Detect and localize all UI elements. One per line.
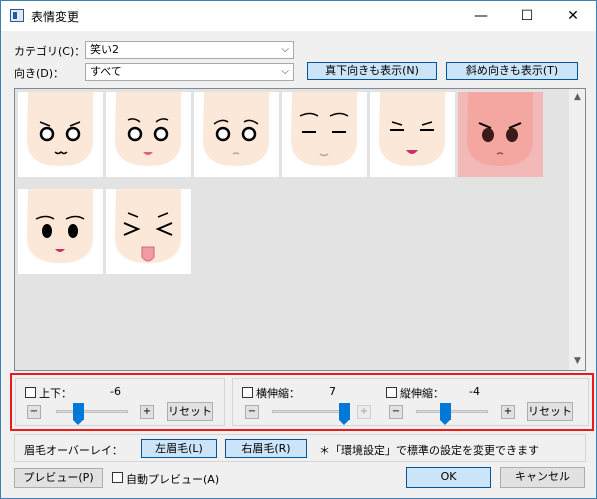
face-thumbnail-worried-dot-eyes[interactable]: [106, 92, 191, 177]
face-icon: [467, 92, 533, 166]
updown-checkbox[interactable]: [25, 387, 36, 398]
updown-reset-button[interactable]: リセット: [167, 402, 213, 421]
vertical-minus-button[interactable]: −: [389, 405, 403, 419]
updown-group: 上下： -6 − + リセット: [15, 378, 225, 426]
face-thumbnail-sad-dot-eyes[interactable]: [194, 92, 279, 177]
face-thumbnail-angry-dark-eyes[interactable]: [458, 92, 543, 177]
face-icon: [203, 92, 269, 166]
ok-button[interactable]: OK: [406, 467, 491, 488]
expression-dialog: 表情変更 — ☐ ✕ カテゴリ(C)： 笑い2 ⌵ 向き(D)： すべて ⌵ 真…: [0, 0, 597, 499]
face-icon: [27, 92, 93, 166]
vertical-stretch-checkbox[interactable]: [386, 387, 397, 398]
horizontal-slider-thumb[interactable]: [339, 403, 350, 425]
show-down-facing-button[interactable]: 真下向きも表示(N): [307, 62, 437, 80]
right-eyebrow-button[interactable]: 右眉毛(R): [225, 439, 307, 458]
updown-plus-button[interactable]: +: [140, 405, 154, 419]
vertical-scrollbar[interactable]: ▲ ▼: [568, 89, 585, 370]
updown-minus-button[interactable]: −: [27, 405, 41, 419]
left-eyebrow-button[interactable]: 左眉毛(L): [141, 439, 217, 458]
horizontal-plus-button[interactable]: +: [357, 405, 371, 419]
close-button[interactable]: ✕: [550, 1, 596, 31]
cancel-button[interactable]: キャンセル: [500, 467, 585, 488]
face-icon: [115, 92, 181, 166]
horizontal-minus-button[interactable]: −: [245, 405, 259, 419]
direction-label: 向き(D)：: [14, 67, 65, 80]
vertical-plus-button[interactable]: +: [501, 405, 515, 419]
vertical-stretch-value: -4: [469, 385, 480, 398]
face-thumbnail-closed-eyes-open-smile[interactable]: [370, 92, 455, 177]
horizontal-stretch-checkbox[interactable]: [242, 387, 253, 398]
category-value: 笑い2: [90, 43, 119, 56]
stretch-reset-button[interactable]: リセット: [527, 402, 573, 421]
vertical-stretch-label: 縦伸縮：: [400, 387, 444, 400]
window-icon: [10, 9, 24, 22]
scroll-up-icon[interactable]: ▲: [569, 89, 586, 106]
updown-label: 上下：: [39, 387, 72, 400]
expression-gallery: ▲ ▼: [14, 88, 586, 371]
auto-preview-label[interactable]: 自動プレビュー(A): [126, 471, 219, 487]
category-label: カテゴリ(C)：: [14, 45, 86, 58]
face-thumbnail-xd-tongue-out[interactable]: [106, 189, 191, 274]
chevron-down-icon: ⌵: [281, 44, 289, 55]
face-icon: [27, 189, 93, 263]
face-thumbnail-dot-eyes-smirk[interactable]: [18, 92, 103, 177]
show-diagonal-facing-button[interactable]: 斜め向きも表示(T): [446, 62, 578, 80]
face-icon: [115, 189, 181, 263]
maximize-button[interactable]: ☐: [504, 1, 550, 31]
updown-slider-thumb[interactable]: [72, 403, 84, 425]
title-bar: 表情変更 — ☐ ✕: [1, 1, 596, 31]
category-dropdown[interactable]: 笑い2 ⌵: [85, 41, 294, 59]
eyebrow-overlay-group: 眉毛オーバーレイ： 左眉毛(L) 右眉毛(R) ＊「環境設定」で標準の設定を変更…: [14, 434, 586, 462]
updown-value: -6: [110, 385, 121, 398]
vertical-slider-track[interactable]: [416, 410, 488, 413]
stretch-group: 横伸縮： 7 − + 縦伸縮： -4 − + リセット: [232, 378, 589, 426]
minimize-button[interactable]: —: [458, 1, 504, 31]
eyebrow-settings-note: ＊「環境設定」で標準の設定を変更できます: [319, 444, 539, 457]
updown-slider-track[interactable]: [56, 410, 128, 413]
preview-button[interactable]: プレビュー(P): [14, 468, 103, 488]
window-title: 表情変更: [31, 10, 80, 24]
face-thumbnail-closed-eyes-smile[interactable]: [282, 92, 367, 177]
face-icon: [379, 92, 445, 166]
direction-dropdown[interactable]: すべて ⌵: [85, 63, 294, 81]
horizontal-slider-track[interactable]: [272, 410, 344, 413]
face-thumbnail-sleepy-black-eyes[interactable]: [18, 189, 103, 274]
chevron-down-icon: ⌵: [281, 66, 289, 77]
adjust-controls-highlight: 上下： -6 − + リセット 横伸縮： 7 − + 縦伸縮： -4 − + リ…: [10, 373, 594, 431]
eyebrow-overlay-label: 眉毛オーバーレイ：: [24, 444, 123, 457]
scroll-down-icon[interactable]: ▼: [569, 353, 586, 370]
vertical-slider-thumb[interactable]: [439, 403, 451, 425]
direction-value: すべて: [90, 65, 122, 78]
horizontal-stretch-value: 7: [329, 385, 336, 398]
auto-preview-checkbox[interactable]: [112, 472, 123, 483]
horizontal-stretch-label: 横伸縮：: [256, 387, 300, 400]
face-icon: [291, 92, 357, 166]
